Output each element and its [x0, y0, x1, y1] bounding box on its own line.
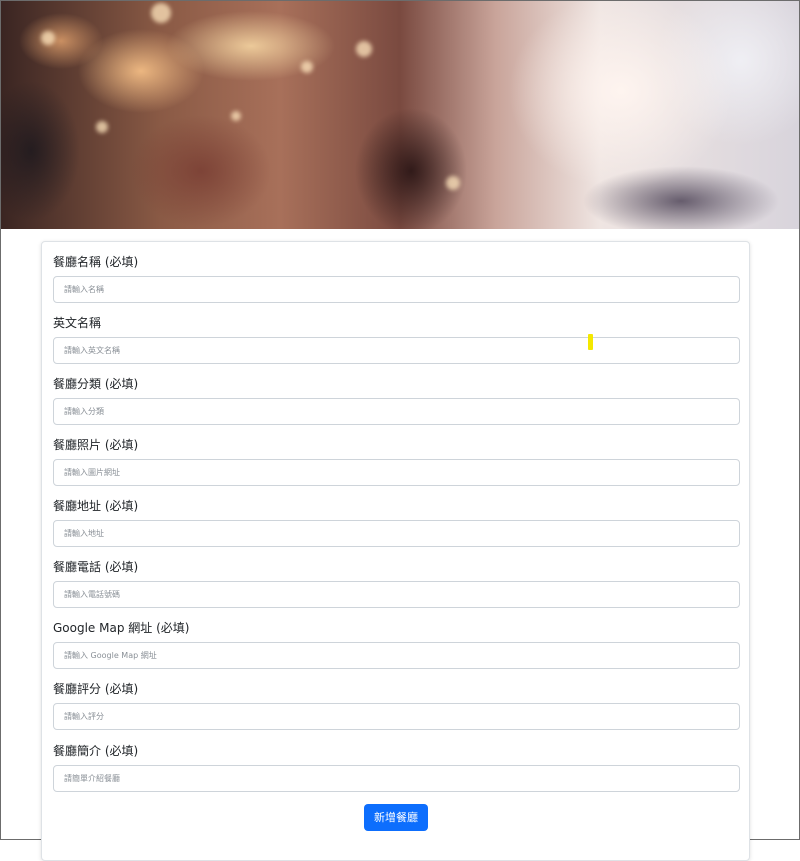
location-label: 餐廳地址 (必填): [53, 499, 139, 513]
location-input[interactable]: [53, 520, 740, 547]
add-restaurant-button[interactable]: 新增餐廳: [364, 804, 428, 831]
category-label: 餐廳分類 (必填): [53, 377, 139, 391]
add-restaurant-form: 餐廳名稱 (必填) 英文名稱 餐廳分類 (必填) 餐廳照片 (必填) 餐廳地址 …: [41, 241, 750, 861]
english-name-label: 英文名稱: [53, 316, 102, 330]
field-image: 餐廳照片 (必填): [53, 438, 740, 486]
field-location: 餐廳地址 (必填): [53, 499, 740, 547]
name-input[interactable]: [53, 276, 740, 303]
field-google-map: Google Map 網址 (必填): [53, 621, 740, 669]
rating-label: 餐廳評分 (必填): [53, 682, 139, 696]
phone-input[interactable]: [53, 581, 740, 608]
description-label: 餐廳簡介 (必填): [53, 744, 139, 758]
field-description: 餐廳簡介 (必填): [53, 744, 740, 792]
hero-banner-image: [1, 1, 799, 229]
name-label: 餐廳名稱 (必填): [53, 255, 139, 269]
image-label: 餐廳照片 (必填): [53, 438, 139, 452]
text-cursor-icon: [588, 334, 593, 350]
google-map-label: Google Map 網址 (必填): [53, 621, 190, 635]
image-url-input[interactable]: [53, 459, 740, 486]
field-category: 餐廳分類 (必填): [53, 377, 740, 425]
phone-label: 餐廳電話 (必填): [53, 560, 139, 574]
field-name: 餐廳名稱 (必填): [53, 255, 740, 303]
description-input[interactable]: [53, 765, 740, 792]
field-phone: 餐廳電話 (必填): [53, 560, 740, 608]
category-input[interactable]: [53, 398, 740, 425]
field-english-name: 英文名稱: [53, 316, 740, 364]
field-rating: 餐廳評分 (必填): [53, 682, 740, 730]
rating-input[interactable]: [53, 703, 740, 730]
english-name-input[interactable]: [53, 337, 740, 364]
google-map-input[interactable]: [53, 642, 740, 669]
